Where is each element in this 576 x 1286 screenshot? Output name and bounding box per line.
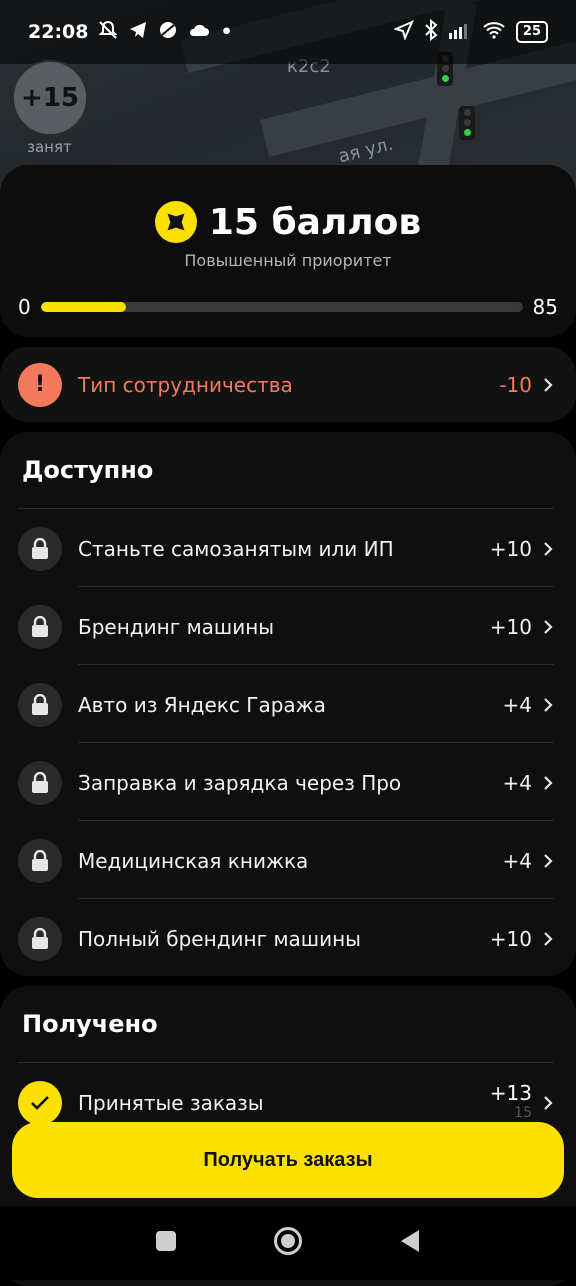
- available-item[interactable]: Брендинг машины +10: [18, 588, 554, 666]
- bell-off-icon: [98, 20, 118, 45]
- available-item-label: Медицинская книжка: [78, 849, 309, 873]
- location-icon: [392, 19, 414, 45]
- telegram-icon: [128, 20, 148, 45]
- received-item-label: Принятые заказы: [78, 1091, 264, 1115]
- cloud-icon: [188, 21, 210, 43]
- received-item-sub: 15: [514, 1105, 532, 1121]
- chevron-right-icon: [542, 539, 554, 559]
- score-value: 15 баллов: [208, 201, 422, 243]
- available-item[interactable]: Станьте самозанятым или ИП +10: [18, 510, 554, 588]
- score-progress: 0 85: [18, 295, 558, 319]
- bluetooth-icon: [424, 18, 438, 46]
- divider: [78, 586, 554, 587]
- chevron-right-icon: [542, 851, 554, 871]
- points-coin-icon: [154, 201, 197, 243]
- lock-icon: [18, 683, 62, 727]
- lock-icon: [18, 761, 62, 805]
- available-item-label: Станьте самозанятым или ИП: [78, 537, 394, 561]
- battery-icon: 25: [515, 21, 548, 43]
- received-title: Получено: [22, 1010, 158, 1038]
- cooperation-type-card[interactable]: ! Тип сотрудничества -10: [0, 347, 576, 422]
- get-orders-button[interactable]: Получать заказы: [12, 1122, 564, 1198]
- clock: 22:08: [28, 21, 89, 43]
- notification-dot: •: [220, 21, 233, 43]
- signal-icon: [448, 21, 472, 44]
- available-item[interactable]: Медицинская книжка +4: [18, 822, 554, 900]
- available-item[interactable]: Авто из Яндекс Гаража +4: [18, 666, 554, 744]
- divider: [78, 898, 554, 899]
- lock-icon: [18, 839, 62, 883]
- back-button[interactable]: [399, 1229, 421, 1257]
- divider: [78, 742, 554, 743]
- status-bar: 22:08 • 25: [0, 0, 576, 64]
- received-item-points: +13: [489, 1081, 532, 1105]
- divider: [18, 1062, 554, 1063]
- available-item-label: Полный брендинг машины: [78, 927, 361, 951]
- chevron-right-icon: [542, 617, 554, 637]
- available-item-label: Заправка и зарядка через Про: [78, 771, 402, 795]
- available-item-label: Брендинг машины: [78, 615, 275, 639]
- available-item-points: +10: [489, 615, 532, 639]
- available-item-points: +4: [502, 771, 532, 795]
- wifi-icon: [482, 21, 506, 44]
- available-title: Доступно: [22, 456, 154, 484]
- score-header: 15 баллов: [0, 201, 576, 243]
- home-button[interactable]: [273, 1226, 303, 1260]
- available-item[interactable]: Заправка и зарядка через Про +4: [18, 744, 554, 822]
- chevron-right-icon: [542, 1093, 554, 1113]
- progress-min: 0: [18, 295, 31, 319]
- lock-icon: [18, 917, 62, 961]
- cooperation-type-row[interactable]: ! Тип сотрудничества -10: [18, 347, 554, 422]
- chevron-right-icon: [542, 773, 554, 793]
- progress-fill: [40, 302, 126, 312]
- check-icon: [18, 1081, 62, 1125]
- divider: [18, 508, 554, 509]
- available-section: Доступно Станьте самозанятым или ИП +10 Бр…: [0, 432, 576, 976]
- busy-points-bubble[interactable]: +15: [12, 60, 88, 136]
- progress-track: [40, 302, 523, 312]
- chevron-right-icon: [542, 695, 554, 715]
- recent-apps-button[interactable]: [155, 1230, 177, 1256]
- map-street-label: ая ул.: [336, 133, 396, 168]
- progress-max: 85: [532, 295, 558, 319]
- browser-icon: [158, 20, 178, 45]
- traffic-light-icon: [459, 106, 475, 140]
- busy-status-label: занят: [27, 138, 72, 156]
- chevron-right-icon: [542, 375, 554, 395]
- available-item-points: +4: [502, 693, 532, 717]
- lock-icon: [18, 527, 62, 571]
- available-item-label: Авто из Яндекс Гаража: [78, 693, 326, 717]
- score-card: 15 баллов Повышенный приоритет 0 85: [0, 165, 576, 337]
- divider: [78, 664, 554, 665]
- divider: [78, 820, 554, 821]
- available-item[interactable]: Полный брендинг машины +10: [18, 900, 554, 978]
- available-item-points: +10: [489, 537, 532, 561]
- system-nav-bar: [0, 1206, 576, 1280]
- warning-icon: !: [18, 362, 62, 407]
- cooperation-type-label: Тип сотрудничества: [78, 372, 293, 397]
- priority-subtitle: Повышенный приоритет: [184, 251, 392, 270]
- chevron-right-icon: [542, 929, 554, 949]
- lock-icon: [18, 605, 62, 649]
- received-item-value: +13 15: [490, 1083, 532, 1123]
- cooperation-type-value: -10: [499, 372, 532, 397]
- available-item-points: +10: [489, 927, 532, 951]
- available-item-points: +4: [502, 849, 532, 873]
